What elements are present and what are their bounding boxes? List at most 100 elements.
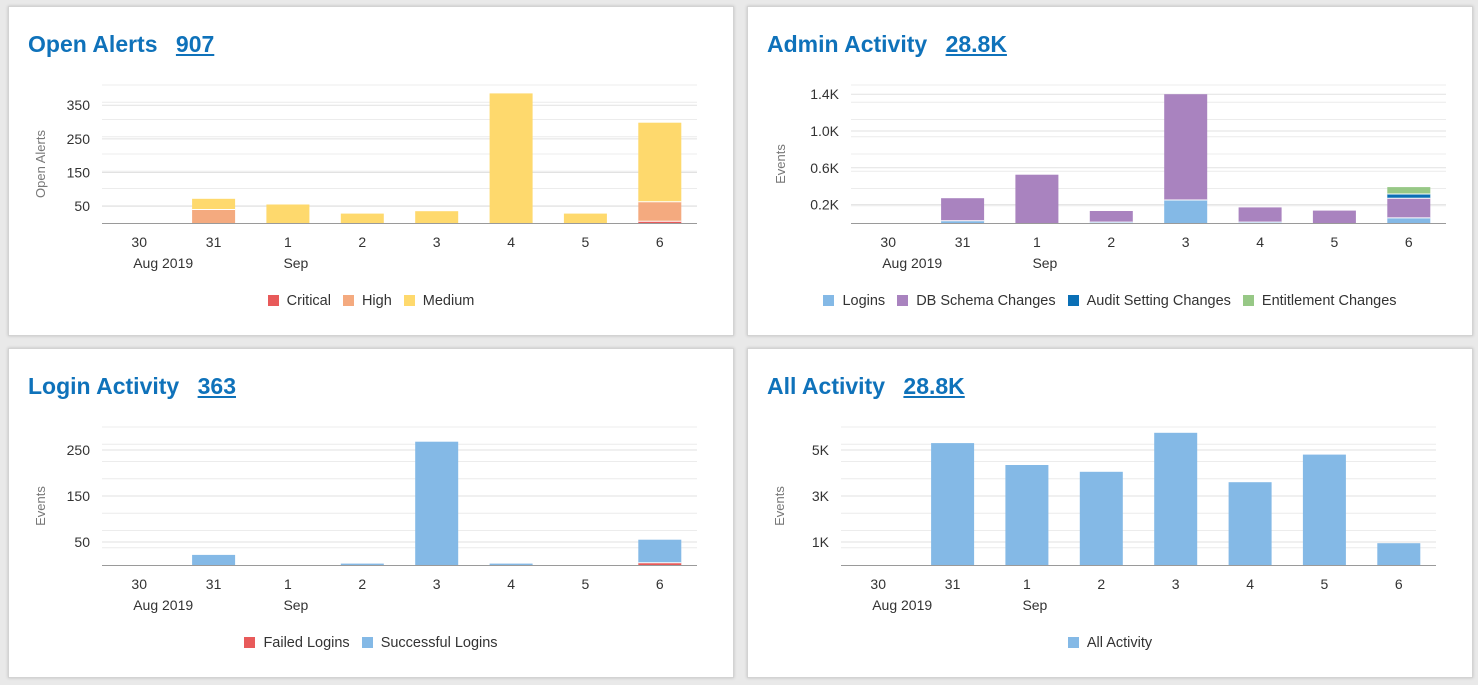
y-tick-label: 150 xyxy=(67,165,91,181)
bar-successful-logins[interactable] xyxy=(638,539,682,563)
x-tick-label: 31 xyxy=(206,234,222,250)
y-tick-label: 250 xyxy=(67,442,91,458)
legend-item-medium[interactable]: Medium xyxy=(403,293,475,309)
x-tick-label: 2 xyxy=(358,576,366,592)
legend-label: DB Schema Changes xyxy=(916,293,1056,309)
bar-all-activity[interactable] xyxy=(1228,482,1272,565)
legend-item-critical[interactable]: Critical xyxy=(267,293,331,309)
x-tick-label: 2 xyxy=(1107,234,1115,250)
bar-logins[interactable] xyxy=(1164,200,1208,223)
bar-audit-setting-changes[interactable] xyxy=(1387,194,1431,199)
x-group-label: Sep xyxy=(283,597,308,613)
x-tick-label: 3 xyxy=(1182,234,1190,250)
x-tick-label: 31 xyxy=(945,576,961,592)
x-group-label: Aug 2019 xyxy=(133,597,193,613)
legend-label: Logins xyxy=(842,293,886,309)
y-tick-label: 50 xyxy=(74,534,90,550)
bar-successful-logins[interactable] xyxy=(489,563,533,565)
legend-swatch xyxy=(897,295,909,306)
x-tick-label: 5 xyxy=(1331,234,1339,250)
legend-item-logins[interactable]: Logins xyxy=(823,293,885,309)
x-tick-label: 6 xyxy=(1395,576,1403,592)
y-tick-label: 5K xyxy=(812,442,830,458)
bar-db-schema-changes[interactable] xyxy=(1089,211,1133,222)
bar-db-schema-changes[interactable] xyxy=(1015,174,1059,223)
bar-all-activity[interactable] xyxy=(1302,454,1346,565)
legend-item-db-schema-changes[interactable]: DB Schema Changes xyxy=(897,293,1056,309)
legend-item-high[interactable]: High xyxy=(342,293,392,309)
bar-medium[interactable] xyxy=(638,122,682,202)
legend-item-all-activity[interactable]: All Activity xyxy=(1067,635,1153,651)
legend-label: All Activity xyxy=(1086,635,1153,651)
bar-db-schema-changes[interactable] xyxy=(1238,207,1282,223)
legend-label: Medium xyxy=(422,293,475,309)
bar-db-schema-changes[interactable] xyxy=(1164,94,1208,200)
bar-medium[interactable] xyxy=(563,213,607,223)
x-tick-label: 30 xyxy=(880,234,896,250)
bar-high[interactable] xyxy=(638,201,682,222)
bar-medium[interactable] xyxy=(415,211,459,223)
legend-swatch xyxy=(1067,637,1079,648)
x-group-label: Sep xyxy=(283,255,308,271)
legend-swatch xyxy=(361,637,373,648)
bar-logins[interactable] xyxy=(1387,217,1431,223)
bar-successful-logins[interactable] xyxy=(340,563,384,565)
x-tick-label: 5 xyxy=(1321,576,1329,592)
chart-legend: All Activity xyxy=(748,635,1472,651)
x-tick-label: 1 xyxy=(1023,576,1031,592)
x-tick-label: 1 xyxy=(284,576,292,592)
legend-label: Entitlement Changes xyxy=(1261,293,1397,309)
bar-high[interactable] xyxy=(192,209,236,224)
legend-item-entitlement-changes[interactable]: Entitlement Changes xyxy=(1242,293,1397,309)
legend-item-successful-logins[interactable]: Successful Logins xyxy=(361,635,498,651)
legend-label: Successful Logins xyxy=(380,635,498,651)
legend-label: Failed Logins xyxy=(263,635,350,651)
x-tick-label: 1 xyxy=(284,234,292,250)
x-tick-label: 31 xyxy=(955,234,971,250)
bar-all-activity[interactable] xyxy=(1079,471,1123,565)
admin-activity-chart: 0.2K 0.6K 1.0K 1.4K Events 30 Aug 2019 31 1 Sep 2 3… xyxy=(773,84,1446,271)
x-tick-label: 3 xyxy=(433,234,441,250)
legend-swatch xyxy=(823,295,835,306)
bar-medium[interactable] xyxy=(192,198,236,210)
legend-item-audit-setting-changes[interactable]: Audit Setting Changes xyxy=(1067,293,1231,309)
legend-swatch xyxy=(342,295,354,306)
bar-all-activity[interactable] xyxy=(1377,543,1421,565)
legend-label: Critical xyxy=(286,293,331,309)
bar-db-schema-changes[interactable] xyxy=(1312,210,1356,223)
x-tick-label: 5 xyxy=(582,576,590,592)
x-tick-label: 6 xyxy=(656,234,664,250)
y-axis-title: Events xyxy=(773,144,788,184)
y-axis-title: Events xyxy=(772,486,787,526)
y-tick-label: 250 xyxy=(67,131,91,147)
y-tick-label: 0.2K xyxy=(810,197,839,213)
bar-successful-logins[interactable] xyxy=(192,554,236,565)
bar-db-schema-changes[interactable] xyxy=(1387,198,1431,218)
bar-db-schema-changes[interactable] xyxy=(941,198,985,221)
x-tick-label: 3 xyxy=(1172,576,1180,592)
bar-medium[interactable] xyxy=(266,204,310,224)
x-tick-label: 3 xyxy=(433,576,441,592)
legend-label: High xyxy=(361,293,392,309)
x-group-label: Aug 2019 xyxy=(882,255,942,271)
bar-medium[interactable] xyxy=(489,93,533,224)
chart-legend: Logins DB Schema Changes Audit Setting Cha… xyxy=(748,293,1472,309)
bar-all-activity[interactable] xyxy=(931,443,975,565)
x-group-label: Aug 2019 xyxy=(133,255,193,271)
y-tick-label: 1K xyxy=(812,534,830,550)
x-tick-label: 30 xyxy=(131,576,147,592)
legend-swatch xyxy=(267,295,279,306)
legend-item-failed-logins[interactable]: Failed Logins xyxy=(244,635,350,651)
login-activity-panel: Login Activity 363 50 150 250 Events 30 Aug 2… xyxy=(8,348,734,678)
chart-legend: Critical High Medium xyxy=(9,293,733,309)
bar-entitlement-changes[interactable] xyxy=(1387,187,1431,194)
bar-all-activity[interactable] xyxy=(1005,465,1049,565)
y-tick-label: 1.0K xyxy=(810,123,839,139)
y-axis-title: Open Alerts xyxy=(33,130,48,198)
bar-all-activity[interactable] xyxy=(1154,432,1198,566)
x-group-label: Aug 2019 xyxy=(872,597,932,613)
bar-medium[interactable] xyxy=(340,213,384,223)
x-tick-label: 4 xyxy=(1256,234,1264,250)
bar-successful-logins[interactable] xyxy=(415,441,459,565)
all-activity-chart: 1K 3K 5K Events 30 Aug 2019 31 1 Sep 2 3 4 5 6 xyxy=(772,426,1436,613)
